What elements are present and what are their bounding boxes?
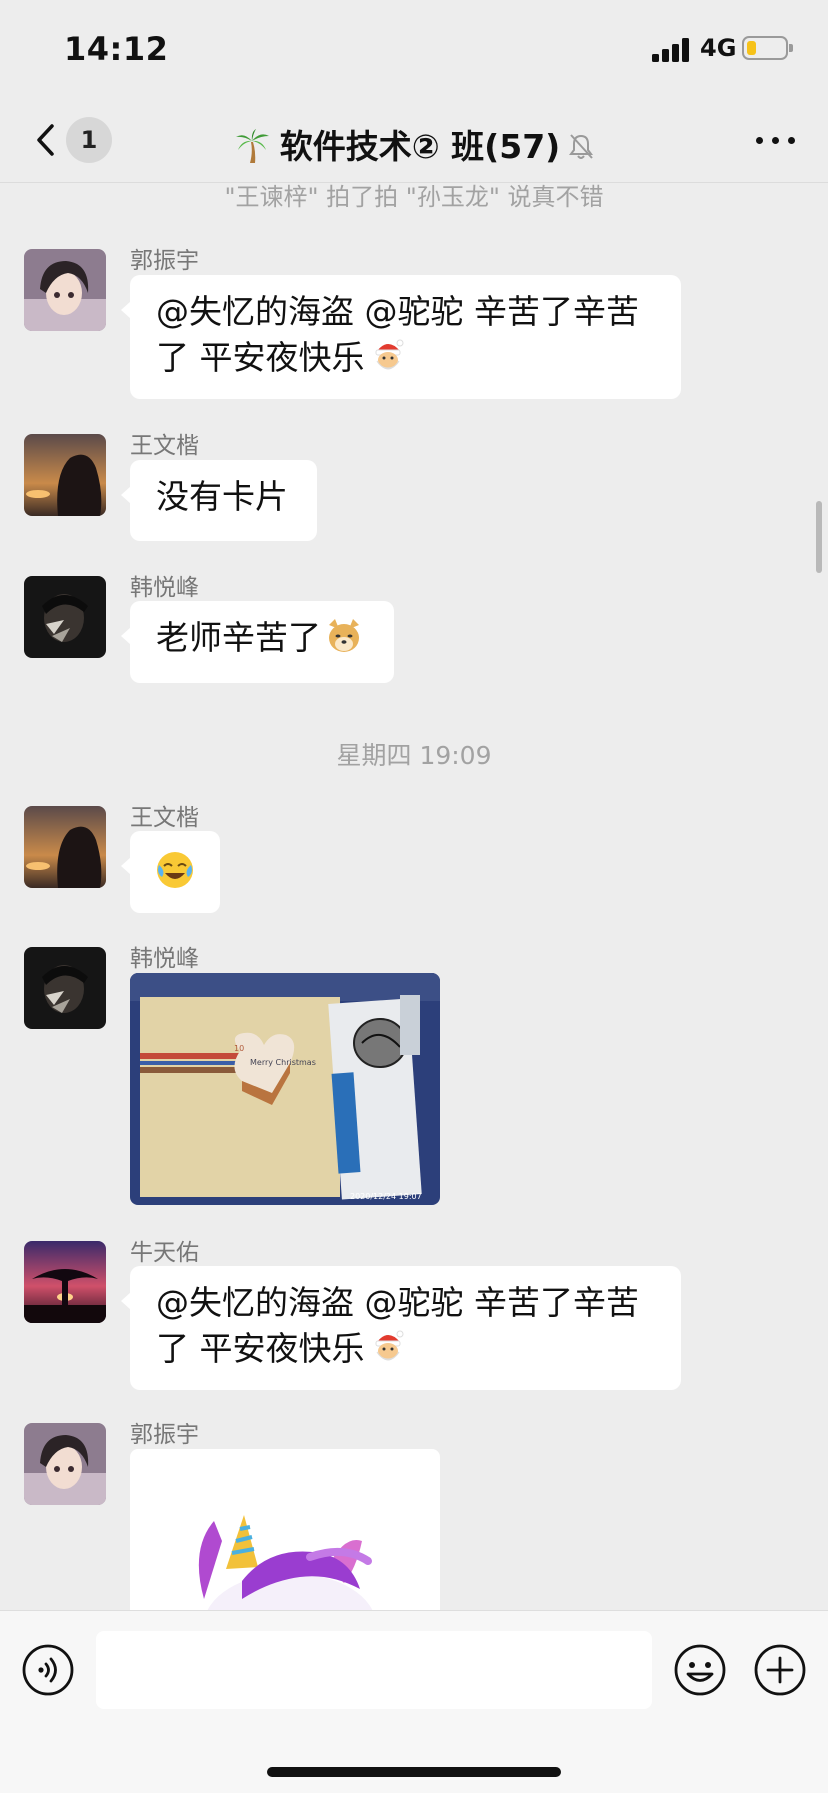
avatar[interactable] xyxy=(24,576,106,658)
photo-message[interactable]: 10 Merry Christmas 2020/12/24 19:07 xyxy=(130,973,440,1205)
avatar[interactable] xyxy=(24,434,106,516)
palm-tree-icon xyxy=(235,129,269,163)
more-icon xyxy=(756,137,763,144)
chat-title-bar[interactable]: 软件技术② 班(57) xyxy=(0,120,828,168)
doge-emoji xyxy=(329,619,359,652)
emoji-button[interactable] xyxy=(673,1643,727,1697)
input-bar xyxy=(0,1610,828,1793)
message-input[interactable] xyxy=(96,1631,652,1709)
message-bubble[interactable]: 老师辛苦了 xyxy=(121,601,394,683)
message-text: 没有卡片 xyxy=(156,477,288,516)
sender-name: 韩悦峰 xyxy=(130,575,199,601)
message-bubble[interactable] xyxy=(121,831,220,913)
sender-name: 郭振宇 xyxy=(130,248,199,274)
more-button[interactable] xyxy=(754,128,798,152)
sender-name: 王文楷 xyxy=(130,433,199,459)
sender-name: 韩悦峰 xyxy=(130,946,199,972)
message-bubble[interactable]: @失忆的海盗 @驼驼 辛苦了辛苦了 平安夜快乐 xyxy=(121,275,681,399)
chat-title: 软件技术② 班(57) xyxy=(279,127,561,166)
plus-icon xyxy=(754,1644,806,1696)
message-text: 老师辛苦了 xyxy=(156,618,321,657)
avatar[interactable] xyxy=(24,1423,106,1505)
chat-area[interactable]: "王谏梓" 拍了拍 "孙玉龙" 说真不错 郭振宇 @失忆的海盗 @驼驼 辛苦了辛… xyxy=(0,183,828,1610)
status-bar: 14:12 4G xyxy=(0,0,828,100)
avatar[interactable] xyxy=(24,249,106,331)
avatar[interactable] xyxy=(24,1241,106,1323)
photo-card-text: Merry Christmas xyxy=(250,1058,316,1067)
sender-name: 牛天佑 xyxy=(130,1240,199,1266)
emoji-icon xyxy=(674,1644,726,1696)
timestamp: 星期四 19:09 xyxy=(336,741,492,770)
battery-icon xyxy=(742,36,793,60)
signal-icon xyxy=(652,38,692,62)
unicorn-sticker xyxy=(198,1515,373,1610)
santa-emoji xyxy=(375,339,403,370)
svg-text:10: 10 xyxy=(234,1044,244,1053)
avatar[interactable] xyxy=(24,947,106,1029)
message-bubble[interactable]: 没有卡片 xyxy=(121,460,317,541)
more-functions-button[interactable] xyxy=(753,1643,807,1697)
photo-timestamp: 2020/12/24 19:07 xyxy=(350,1192,422,1201)
network-type: 4G xyxy=(700,34,737,62)
crying-laughing-emoji xyxy=(157,852,193,888)
status-time: 14:12 xyxy=(64,30,169,68)
sender-name: 王文楷 xyxy=(130,805,199,831)
nav-bar: 1 软件技术② 班(57) xyxy=(0,100,828,183)
voice-icon xyxy=(22,1644,74,1696)
avatar[interactable] xyxy=(24,806,106,888)
system-message: "王谏梓" 拍了拍 "孙玉龙" 说真不错 xyxy=(224,183,604,211)
santa-emoji xyxy=(375,1330,403,1361)
sender-name: 郭振宇 xyxy=(130,1422,199,1448)
home-indicator xyxy=(267,1767,561,1777)
message-bubble[interactable]: @失忆的海盗 @驼驼 辛苦了辛苦了 平安夜快乐 xyxy=(121,1266,681,1390)
voice-button[interactable] xyxy=(21,1643,75,1697)
bell-off-icon xyxy=(569,134,594,159)
sticker-message[interactable] xyxy=(130,1449,440,1610)
scrollbar[interactable] xyxy=(816,501,822,573)
